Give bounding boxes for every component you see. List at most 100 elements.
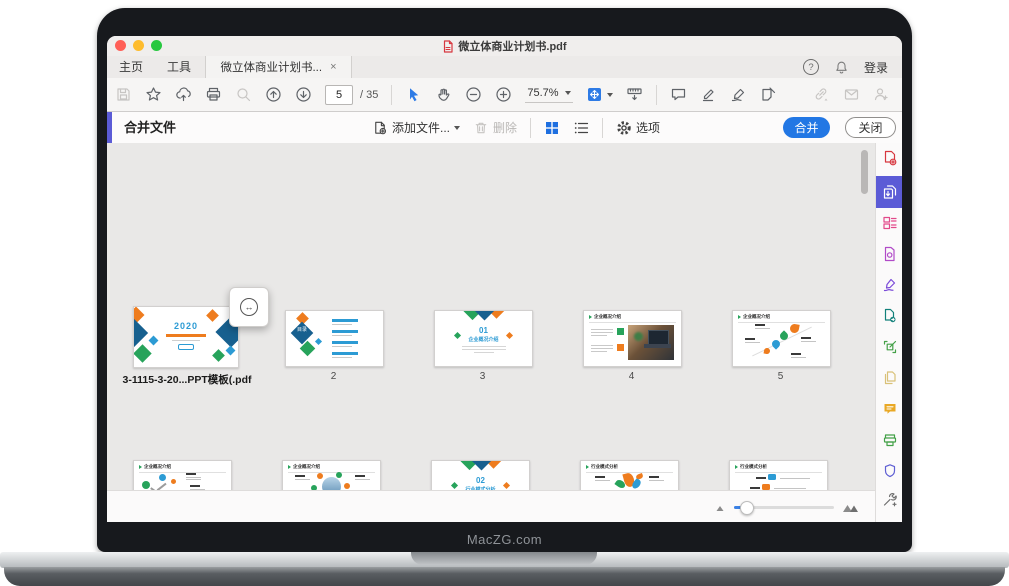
email-icon[interactable] <box>843 86 860 103</box>
small-thumbnails-icon[interactable] <box>715 502 726 512</box>
slide-header-text: 企业概况介绍 <box>293 464 320 470</box>
comment-icon[interactable] <box>670 86 687 103</box>
print-icon[interactable] <box>205 86 222 103</box>
footer-bar <box>107 490 875 522</box>
page-total-label: / 35 <box>360 89 378 101</box>
create-pdf-icon <box>882 150 898 166</box>
sidebar-tool-fill-sign[interactable] <box>881 276 899 294</box>
sidebar-tool-edit-pdf[interactable] <box>881 338 899 356</box>
slider-track[interactable] <box>734 506 834 509</box>
sidebar-tool-create-pdf[interactable] <box>881 149 899 167</box>
gear-icon <box>616 120 632 136</box>
help-icon[interactable]: ? <box>803 59 819 75</box>
star-favorite-icon[interactable] <box>145 86 162 103</box>
search-icon[interactable] <box>235 86 252 103</box>
accent-bar <box>107 112 112 143</box>
menu-home[interactable]: 主页 <box>107 56 155 78</box>
thumbnail-hover-popup[interactable]: ↔ <box>229 287 269 327</box>
document-tab[interactable]: 微立体商业计划书... × <box>205 56 352 78</box>
window-titlebar: 微立体商业计划书.pdf <box>107 36 902 56</box>
save-icon[interactable] <box>115 86 132 103</box>
upload-cloud-icon[interactable] <box>175 86 192 103</box>
measure-tool-icon[interactable] <box>626 86 643 103</box>
edit-pdf-icon <box>882 339 898 355</box>
sign-icon[interactable] <box>730 86 747 103</box>
document-tab-label: 微立体商业计划书... <box>220 59 322 75</box>
scrolling-mode-icon <box>586 86 603 103</box>
window-title: 微立体商业计划书.pdf <box>107 36 902 56</box>
protect-shield-icon <box>882 463 898 479</box>
large-thumbnails-icon[interactable] <box>842 501 859 513</box>
sidebar-tool-organize-pages[interactable] <box>881 214 899 232</box>
thumbnail-page-number: 2 <box>285 371 382 382</box>
vertical-scrollbar-thumb[interactable] <box>861 150 868 194</box>
sidebar-tool-convert-pdf[interactable] <box>881 245 899 263</box>
laptop-brand-text: MacZG.com <box>97 532 912 547</box>
highlight-icon[interactable] <box>700 86 717 103</box>
thumbnail-page-number: 3 <box>434 371 531 382</box>
thumbnail-card-6[interactable]: 企业概况介绍 <box>133 460 232 490</box>
sidebar-tool-comment[interactable] <box>881 400 899 418</box>
thumbnail-card-4[interactable]: 企业概况介绍 <box>583 310 682 367</box>
thumbnail-card-7[interactable]: 企业概况介绍 <box>282 460 381 490</box>
share-link-icon[interactable] <box>813 86 830 103</box>
sidebar-tool-scan-ocr[interactable] <box>881 431 899 449</box>
thumbnail-card-1[interactable]: 2020 <box>133 306 239 368</box>
thumbnail-zoom-slider <box>715 491 859 522</box>
sidebar-tool-export-pdf[interactable] <box>881 307 899 325</box>
list-view-icon[interactable] <box>573 120 589 136</box>
organize-pages-icon <box>882 215 898 231</box>
menu-tools[interactable]: 工具 <box>155 56 203 78</box>
toolbar-divider <box>391 85 392 105</box>
slide-header-text: 行业模式分析 <box>740 464 767 470</box>
stamp-icon[interactable] <box>760 86 777 103</box>
panel-title: 合并文件 <box>124 112 176 143</box>
notifications-bell-icon[interactable] <box>834 60 849 75</box>
previous-page-icon[interactable] <box>265 86 282 103</box>
combine-files-toolbar: 合并文件 添加文件... 删除 <box>107 112 902 144</box>
slide-section-number: 02 <box>432 476 529 485</box>
add-files-button[interactable]: 添加文件... <box>372 119 460 136</box>
thumbnail-card-8[interactable]: 02 行业模式分析 <box>431 460 530 490</box>
toolbar-divider <box>656 85 657 105</box>
chevron-down-icon <box>607 93 613 97</box>
next-page-icon[interactable] <box>295 86 312 103</box>
laptop-base <box>0 552 1009 568</box>
slide-header-text: 企业概况介绍 <box>743 314 770 320</box>
thumbnail-card-9[interactable]: 行业模式分析 <box>580 460 679 490</box>
screenshot-root: MacZG.com 微立体商业计划书.pdf 主页 工具 <box>0 0 1009 586</box>
grid-view-icon[interactable] <box>544 120 560 136</box>
merge-button[interactable]: 合并 <box>783 117 830 138</box>
zoom-in-icon[interactable] <box>495 86 512 103</box>
close-button[interactable]: 关闭 <box>845 117 896 138</box>
login-button[interactable]: 登录 <box>864 59 888 76</box>
tab-close-icon[interactable]: × <box>330 61 336 73</box>
thumbnail-card-2[interactable]: 目录 <box>285 310 384 367</box>
app-window: 微立体商业计划书.pdf 主页 工具 微立体商业计划书... × ? 登录 <box>107 36 902 522</box>
zoom-out-icon[interactable] <box>465 86 482 103</box>
options-button[interactable]: 选项 <box>616 119 660 136</box>
comment-bubble-icon <box>882 401 898 417</box>
thumbnail-card-10[interactable]: 行业模式分析 <box>729 460 828 490</box>
delete-button[interactable]: 删除 <box>473 119 517 136</box>
fill-sign-pen-icon <box>882 277 898 293</box>
page-display-mode-button[interactable] <box>586 86 613 103</box>
zoom-level-select[interactable]: 75.7% <box>525 87 572 103</box>
sidebar-tool-protect[interactable] <box>881 462 899 480</box>
pages-icon <box>882 370 898 386</box>
chevron-down-icon <box>454 126 460 130</box>
thumbnail-card-3[interactable]: 01 企业概况介绍 <box>434 310 533 367</box>
page-number-input[interactable]: 5 <box>325 85 353 105</box>
slider-knob[interactable] <box>740 501 754 515</box>
add-file-icon <box>372 120 388 136</box>
sidebar-tool-pages[interactable] <box>881 369 899 387</box>
hand-tool-icon[interactable] <box>435 86 452 103</box>
sidebar-tool-combine-files[interactable] <box>881 183 899 201</box>
thumbnail-filename: 3-1115-3-20...PPT模板(.pdf <box>107 372 267 387</box>
expand-horizontal-icon[interactable]: ↔ <box>240 298 258 316</box>
select-cursor-icon[interactable] <box>405 86 422 103</box>
sidebar-tool-more-tools[interactable] <box>881 491 899 509</box>
add-user-icon[interactable] <box>873 86 890 103</box>
wrench-plus-icon <box>882 492 898 508</box>
thumbnail-card-5[interactable]: 企业概况介绍 <box>732 310 831 367</box>
